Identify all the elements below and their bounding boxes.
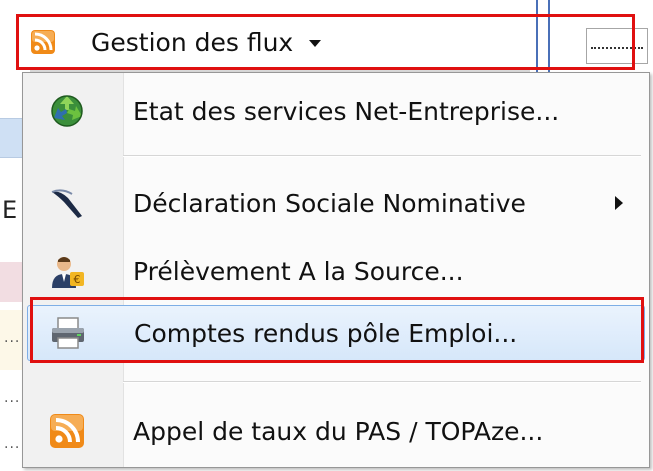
menu-separator — [123, 155, 641, 157]
menu-button-label: Gestion des flux — [91, 27, 294, 57]
menu-item-pas[interactable]: € Prélèvement A la Source... — [27, 243, 645, 299]
menu-item-dsn[interactable]: Déclaration Sociale Nominative — [27, 175, 645, 231]
gestion-des-flux-dropdown: Etat des services Net-Entreprise... Décl… — [22, 72, 650, 468]
rss-icon — [31, 30, 55, 54]
menu-item-label: Comptes rendus pôle Emploi... — [134, 318, 518, 348]
caret-down-icon — [309, 39, 322, 47]
menu-item-label: Prélèvement A la Source... — [133, 256, 464, 286]
menu-item-label: Déclaration Sociale Nominative — [133, 188, 526, 218]
menu-separator — [123, 381, 641, 383]
svg-text:€: € — [74, 273, 81, 286]
background-ellipsis: ... — [4, 436, 21, 452]
menu-item-appel-taux[interactable]: Appel de taux du PAS / TOPAze... — [27, 403, 645, 459]
submenu-arrow-icon — [615, 196, 623, 210]
rss-icon — [47, 411, 87, 451]
gestion-des-flux-menu-button[interactable]: Gestion des flux — [16, 14, 635, 70]
menu-item-label: Appel de taux du PAS / TOPAze... — [133, 416, 544, 446]
menu-item-label: Etat des services Net-Entreprise... — [133, 96, 560, 126]
printer-icon — [48, 313, 88, 353]
recycle-globe-icon — [47, 91, 87, 131]
background-ellipsis: ... — [4, 390, 21, 406]
menu-item-etat-services[interactable]: Etat des services Net-Entreprise... — [27, 83, 645, 139]
user-money-icon: € — [47, 251, 87, 291]
menu-item-comptes-rendus[interactable]: Comptes rendus pôle Emploi... — [27, 305, 645, 361]
pen-nib-icon — [47, 183, 87, 223]
background-edge-letter: E — [2, 196, 18, 224]
background-ellipsis: ... — [4, 330, 21, 346]
